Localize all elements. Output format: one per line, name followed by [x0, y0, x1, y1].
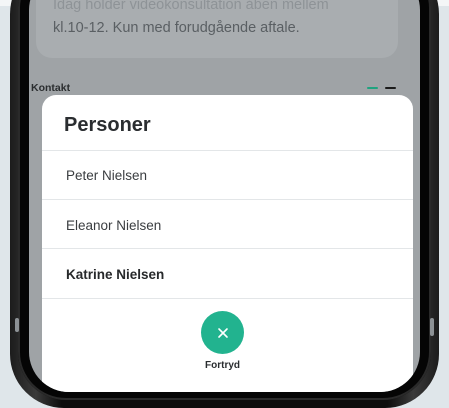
- sheet-title: Personer: [64, 114, 151, 136]
- divider: [42, 298, 413, 299]
- persons-bottom-sheet: Personer Peter Nielsen Eleanor Nielsen K…: [42, 95, 413, 392]
- contact-section-label: Kontakt: [31, 82, 71, 94]
- close-icon: [217, 327, 228, 338]
- phone-side-button-right: [430, 318, 434, 336]
- divider: [42, 199, 413, 200]
- phone-screen: Idag holder videokonsultation åben melle…: [29, 0, 420, 392]
- cancel-button[interactable]: [201, 311, 244, 354]
- info-card-text-main: kl.10-12. Kun med forudgående aftale.: [53, 20, 300, 36]
- cancel-label: Fortryd: [205, 360, 240, 371]
- divider: [42, 150, 413, 151]
- pager-dash-active: [367, 87, 378, 89]
- divider: [42, 248, 413, 249]
- person-item[interactable]: Eleanor Nielsen: [66, 218, 161, 233]
- phone-side-button-left: [15, 318, 19, 332]
- pager-dash: [385, 87, 396, 89]
- info-card-text-top: Idag holder videokonsultation åben melle…: [53, 0, 329, 13]
- info-card-text: Idag holder videokonsultation åben melle…: [53, 0, 398, 40]
- info-card: Idag holder videokonsultation åben melle…: [36, 0, 398, 58]
- person-item-selected[interactable]: Katrine Nielsen: [66, 267, 164, 282]
- person-item[interactable]: Peter Nielsen: [66, 168, 147, 183]
